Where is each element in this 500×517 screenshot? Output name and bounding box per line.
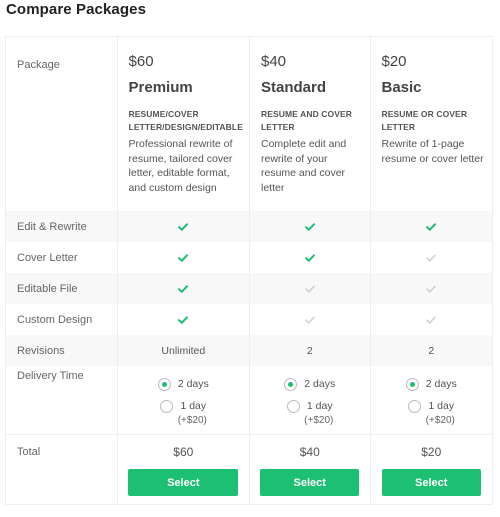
row-label-package: Package <box>6 37 118 211</box>
radio-button[interactable] <box>160 399 174 413</box>
revisions-row: Revisions Unlimited 2 2 <box>6 335 492 366</box>
feature-rows: Edit & Rewrite Cover Letter Editable File C… <box>6 211 492 335</box>
package-price: $20 <box>381 53 407 70</box>
radio-button[interactable] <box>157 377 171 391</box>
row-label-delivery-time: Delivery Time <box>6 366 118 435</box>
select-premium-button[interactable]: Select <box>128 469 239 496</box>
delivery-option-label: 1 day <box>306 400 333 412</box>
feature-row: Editable File <box>6 273 492 304</box>
radio-button[interactable] <box>284 377 298 391</box>
delivery-extra-cost: (+$20) <box>304 415 334 426</box>
total-price: $40 <box>299 445 320 459</box>
package-subtitle: RESUME/COVER LETTER/DESIGN/EDITABLE <box>128 109 243 132</box>
check-icon <box>426 222 437 231</box>
package-description: Rewrite of 1-page resume or cover letter <box>381 138 484 165</box>
package-price: $60 <box>128 53 154 70</box>
feature-label: Cover Letter <box>6 242 118 273</box>
check-disabled-icon <box>426 316 437 324</box>
package-basic: $20 Basic RESUME OR COVER LETTER Rewrite… <box>371 37 493 211</box>
package-description: Complete edit and rewrite of your resume… <box>260 138 347 194</box>
delivery-options: 2 days 1 day (+$20) <box>118 366 249 426</box>
feature-row: Custom Design <box>6 304 492 335</box>
row-label-revisions: Revisions <box>6 335 118 366</box>
select-basic-button[interactable]: Select <box>381 469 481 496</box>
delivery-option[interactable]: 2 days <box>284 373 335 395</box>
delivery-option[interactable]: 1 day <box>408 395 454 417</box>
revisions-value: 2 <box>428 344 435 357</box>
total-price: $60 <box>173 445 194 459</box>
revisions-value: 2 <box>306 344 313 357</box>
feature-row: Cover Letter <box>6 242 492 273</box>
check-disabled-icon <box>304 316 315 324</box>
delivery-option-label: 2 days <box>425 378 457 390</box>
delivery-option-label: 1 day <box>428 400 455 412</box>
delivery-option[interactable]: 2 days <box>157 373 209 395</box>
package-name: Standard <box>260 79 326 96</box>
check-disabled-icon <box>304 285 315 293</box>
total-row: Total $60 Select $40 Select $20 Select <box>6 435 492 504</box>
delivery-option[interactable]: 1 day <box>286 395 333 417</box>
feature-label: Custom Design <box>6 304 118 335</box>
feature-label: Editable File <box>6 273 118 304</box>
delivery-option[interactable]: 1 day <box>160 395 206 417</box>
package-price: $40 <box>260 53 287 70</box>
package-subtitle: RESUME AND COVER LETTER <box>260 109 353 132</box>
package-subtitle: RESUME OR COVER LETTER <box>381 109 468 132</box>
revisions-value: Unlimited <box>161 344 206 357</box>
delivery-extra-cost: (+$20) <box>177 415 207 426</box>
package-name: Basic <box>381 79 422 96</box>
radio-button[interactable] <box>408 399 422 413</box>
row-label-total: Total <box>6 435 118 504</box>
delivery-options: 2 days 1 day (+$20) <box>371 366 492 426</box>
check-icon <box>304 253 315 262</box>
check-icon <box>178 315 189 324</box>
package-standard: $40 Standard RESUME AND COVER LETTER Com… <box>250 37 371 211</box>
feature-label: Edit & Rewrite <box>6 211 118 242</box>
package-header-row: Package $60 Premium RESUME/COVER LETTER/… <box>6 37 492 211</box>
delivery-option-label: 2 days <box>177 378 209 390</box>
check-icon <box>178 253 189 262</box>
radio-button[interactable] <box>286 399 300 413</box>
package-premium: $60 Premium RESUME/COVER LETTER/DESIGN/E… <box>118 37 250 211</box>
compare-table: Package $60 Premium RESUME/COVER LETTER/… <box>5 36 493 505</box>
total-price: $20 <box>421 445 442 459</box>
delivery-option-label: 2 days <box>304 378 336 390</box>
feature-row: Edit & Rewrite <box>6 211 492 242</box>
check-icon <box>178 284 189 293</box>
check-disabled-icon <box>426 285 437 293</box>
delivery-option[interactable]: 2 days <box>405 373 457 395</box>
radio-button[interactable] <box>405 377 419 391</box>
delivery-time-row: Delivery Time 2 days 1 day (+$20) 2 days 1 … <box>6 366 492 435</box>
select-standard-button[interactable]: Select <box>260 469 360 496</box>
check-icon <box>304 222 315 231</box>
delivery-option-label: 1 day <box>180 400 207 412</box>
page-title: Compare Packages <box>6 1 147 18</box>
delivery-options: 2 days 1 day (+$20) <box>250 366 370 426</box>
check-disabled-icon <box>426 254 437 262</box>
delivery-extra-cost: (+$20) <box>425 415 455 426</box>
package-name: Premium <box>128 79 193 96</box>
package-description: Professional rewrite of resume, tailored… <box>128 138 233 194</box>
check-icon <box>178 222 189 231</box>
